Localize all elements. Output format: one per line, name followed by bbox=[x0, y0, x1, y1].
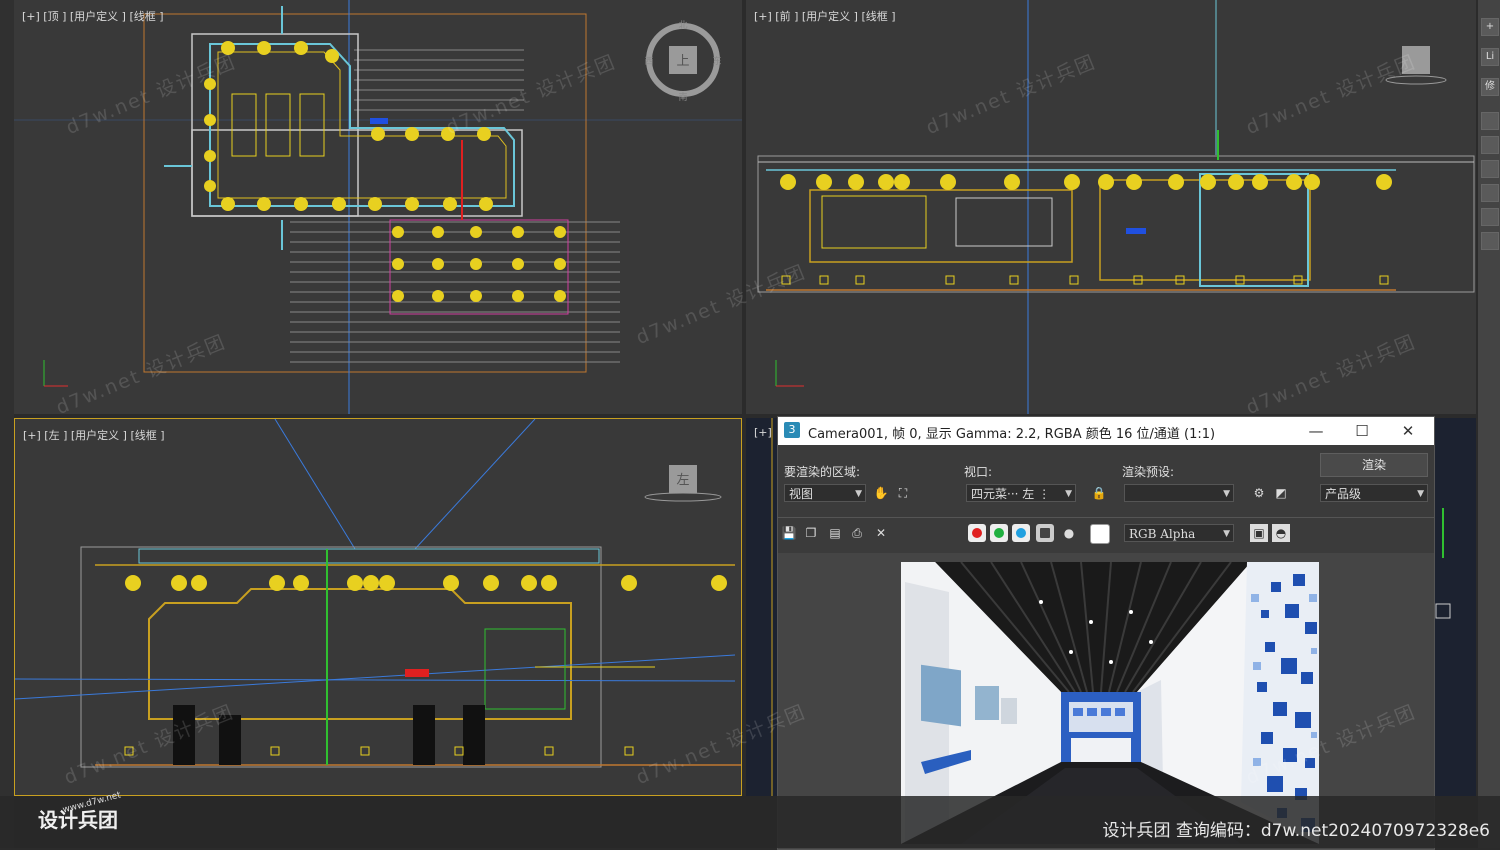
toggle-ui-overlay-icon[interactable]: ▣ bbox=[1250, 524, 1268, 542]
green-channel-toggle[interactable] bbox=[990, 524, 1008, 542]
panel-button[interactable] bbox=[1481, 160, 1499, 178]
front-viewcube[interactable] bbox=[1385, 46, 1447, 85]
command-tab-1[interactable]: Li bbox=[1481, 48, 1499, 66]
render-window-title: Camera001, 帧 0, 显示 Gamma: 2.2, RGBA 颜色 1… bbox=[808, 427, 1216, 442]
viewport-label: 视口: bbox=[964, 465, 993, 479]
render-button[interactable]: 渲染 bbox=[1320, 453, 1428, 477]
viewcube-top-face: 上 bbox=[676, 54, 689, 69]
viewcube-left-face: 左 bbox=[676, 473, 689, 488]
red-channel-icon bbox=[972, 528, 982, 538]
save-image-icon[interactable]: 💾 bbox=[780, 524, 798, 542]
command-panel: + Li 修 bbox=[1478, 0, 1500, 848]
copy-image-icon[interactable]: ❐ bbox=[802, 524, 820, 542]
top-viewcube[interactable]: 上 北 南 西 东 bbox=[644, 20, 721, 103]
svg-text:北: 北 bbox=[678, 20, 687, 31]
chevron-down-icon: ▼ bbox=[1065, 489, 1072, 499]
3dsmax-icon: 3 bbox=[784, 422, 800, 438]
blue-channel-icon bbox=[1016, 528, 1026, 538]
query-code-credit: 设计兵团 查询编码：d7w.net20240709723​28e6 bbox=[1102, 821, 1490, 841]
clone-frame-icon[interactable]: ▤ bbox=[826, 524, 844, 542]
chevron-down-icon: ▼ bbox=[1223, 489, 1230, 499]
viewport-perspective-label[interactable]: [+] bbox=[754, 426, 772, 439]
alpha-channel-toggle[interactable] bbox=[1036, 524, 1054, 542]
toggle-ui-icon[interactable]: ◓ bbox=[1272, 524, 1290, 542]
clear-icon[interactable]: ✕ bbox=[872, 524, 890, 542]
create-tab-button[interactable]: + bbox=[1481, 18, 1499, 36]
viewport-left[interactable]: 左 [+] [左 ] [用户定义 ] [线框 ] bbox=[14, 418, 742, 796]
region-select-icon[interactable]: ⛶ bbox=[894, 484, 912, 502]
chevron-down-icon: ▼ bbox=[1223, 529, 1230, 539]
viewport-left-label[interactable]: [+] [左 ] [用户定义 ] [线框 ] bbox=[23, 427, 165, 443]
left-viewcube[interactable]: 左 bbox=[644, 465, 722, 502]
panel-button[interactable] bbox=[1481, 184, 1499, 202]
chevron-down-icon: ▼ bbox=[1417, 489, 1424, 499]
modify-tab-button[interactable]: 修 bbox=[1481, 78, 1499, 96]
blue-channel-toggle[interactable] bbox=[1012, 524, 1030, 542]
red-channel-toggle[interactable] bbox=[968, 524, 986, 542]
close-button[interactable]: ✕ bbox=[1388, 419, 1428, 443]
front-wireframe bbox=[757, 0, 1475, 414]
environment-icon[interactable]: ◩ bbox=[1272, 484, 1290, 502]
svg-text:西: 西 bbox=[644, 56, 653, 67]
panel-button[interactable] bbox=[1481, 136, 1499, 154]
green-channel-icon bbox=[994, 528, 1004, 538]
toolbar-divider bbox=[778, 517, 1434, 518]
area-to-render-dropdown[interactable]: 视图 ▼ bbox=[784, 484, 866, 502]
site-logo: www.d7w.net 设计兵团 bbox=[38, 790, 123, 832]
lock-icon[interactable]: 🔒 bbox=[1090, 484, 1108, 502]
render-window-titlebar[interactable]: 3 Camera001, 帧 0, 显示 Gamma: 2.2, RGBA 颜色… bbox=[778, 417, 1434, 445]
display-channel-dropdown[interactable]: RGB Alpha ▼ bbox=[1124, 524, 1234, 542]
panel-button[interactable] bbox=[1481, 232, 1499, 250]
panel-button[interactable] bbox=[1481, 208, 1499, 226]
top-wireframe: 上 北 南 西 东 bbox=[14, 0, 742, 414]
left-edge-toolbar bbox=[0, 0, 14, 848]
svg-text:东: 东 bbox=[712, 55, 721, 67]
area-to-render-label: 要渲染的区域: bbox=[784, 465, 861, 479]
minimize-button[interactable]: — bbox=[1296, 419, 1336, 443]
viewport-top-label[interactable]: [+] [顶 ] [用户定义 ] [线框 ] bbox=[22, 8, 164, 24]
render-preset-label: 渲染预设: bbox=[1122, 465, 1175, 479]
viewport-front-label[interactable]: [+] [前 ] [用户定义 ] [线框 ] bbox=[754, 8, 896, 24]
quality-dropdown[interactable]: 产品级 ▼ bbox=[1320, 484, 1428, 502]
mono-icon[interactable]: ● bbox=[1060, 524, 1078, 542]
panel-button[interactable] bbox=[1481, 112, 1499, 130]
alpha-channel-icon bbox=[1040, 528, 1050, 538]
viewport-top[interactable]: 上 北 南 西 东 [+] [顶 ] [用户定义 ] [线框 ] bbox=[14, 0, 742, 414]
pan-hand-icon[interactable]: ✋ bbox=[872, 484, 890, 502]
svg-text:南: 南 bbox=[678, 91, 687, 103]
maximize-button[interactable]: ☐ bbox=[1342, 419, 1382, 443]
left-wireframe: 左 bbox=[15, 419, 741, 768]
render-preset-dropdown[interactable]: ▼ bbox=[1124, 484, 1234, 502]
render-frame-window: 3 Camera001, 帧 0, 显示 Gamma: 2.2, RGBA 颜色… bbox=[777, 416, 1435, 850]
chevron-down-icon: ▼ bbox=[855, 489, 862, 499]
background-color-swatch[interactable] bbox=[1090, 524, 1110, 544]
print-icon[interactable]: ⎙ bbox=[848, 524, 866, 542]
render-setup-icon[interactable]: ⚙ bbox=[1250, 484, 1268, 502]
viewport-dropdown[interactable]: 四元菜··· 左 ⋮ ▼ bbox=[966, 484, 1076, 502]
viewport-front[interactable]: [+] [前 ] [用户定义 ] [线框 ] bbox=[746, 0, 1476, 414]
